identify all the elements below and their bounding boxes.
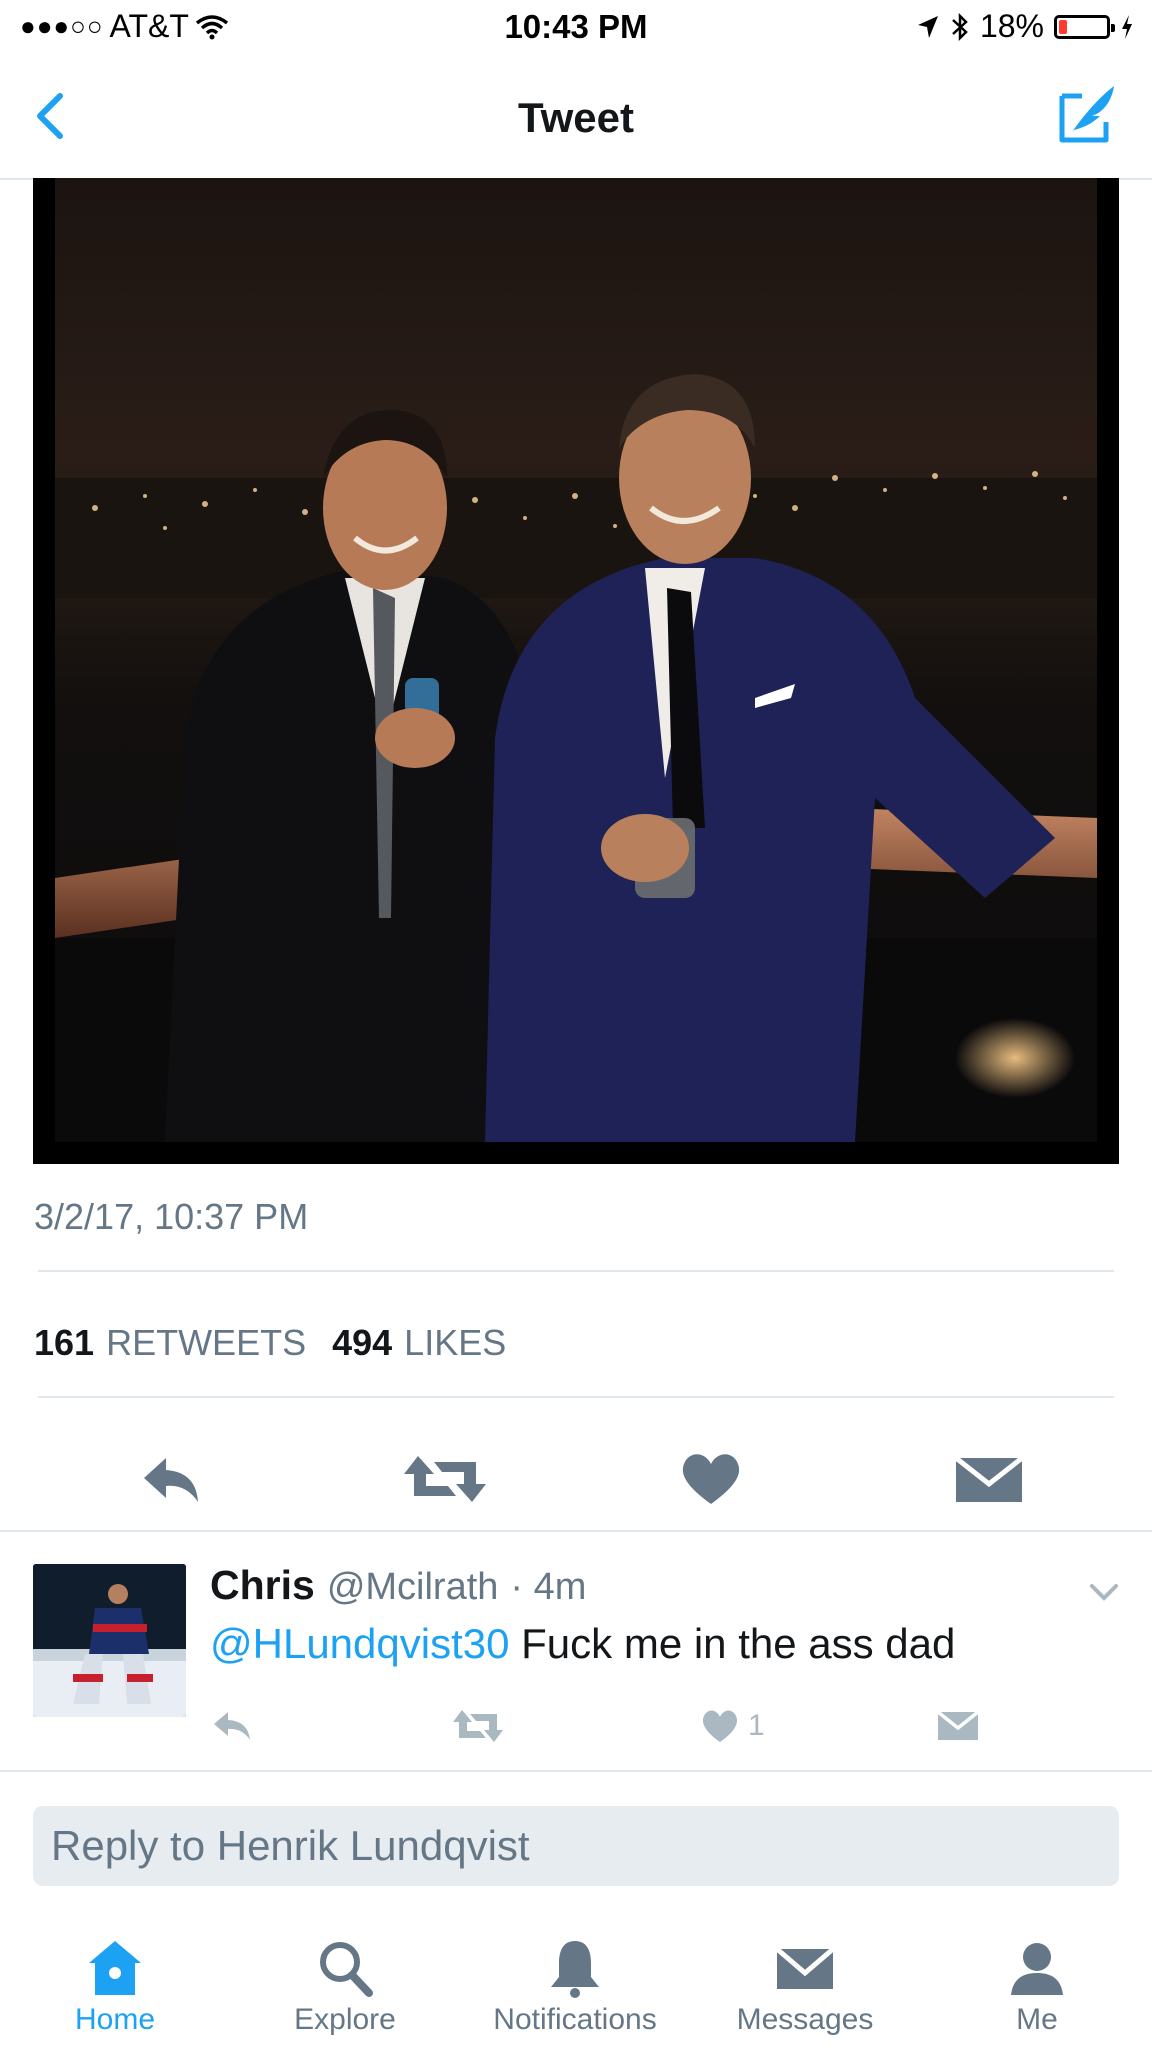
photo-scene	[55, 374, 1097, 1142]
status-right: 18%	[916, 8, 1134, 45]
tab-messages-label: Messages	[736, 2003, 874, 2036]
reply-more-button[interactable]	[1084, 1572, 1124, 1612]
tab-messages[interactable]: Messages	[690, 1915, 920, 2048]
envelope-icon	[954, 1456, 1024, 1502]
reply-reply-button[interactable]	[210, 1702, 254, 1750]
bluetooth-icon	[952, 12, 968, 41]
retweets-count-link[interactable]: 161 RETWEETS	[34, 1322, 306, 1364]
tab-notifications[interactable]: Notifications	[460, 1915, 690, 2048]
reply-mention-link[interactable]: @HLundqvist30	[210, 1620, 509, 1667]
reply-author-name[interactable]: Chris	[210, 1562, 315, 1609]
heart-icon	[702, 1710, 738, 1742]
tab-me-label: Me	[1016, 2003, 1058, 2036]
tweet-actions	[0, 1420, 1152, 1540]
tab-explore[interactable]: Explore	[230, 1915, 460, 2048]
chevron-down-icon	[1090, 1584, 1118, 1601]
retweet-icon	[453, 1710, 503, 1742]
tab-explore-label: Explore	[294, 2003, 396, 2036]
direct-message-button[interactable]	[952, 1444, 1026, 1514]
search-icon	[320, 1942, 373, 1997]
tab-bar: Home Explore Notifications Messages Me	[0, 1915, 1152, 2048]
tab-home-label: Home	[74, 2003, 156, 2036]
likes-label: LIKES	[404, 1322, 507, 1363]
reply-time: · 4m	[510, 1566, 587, 1608]
heart-icon	[682, 1454, 740, 1504]
reply-bar	[0, 1770, 1152, 1917]
avatar-image	[33, 1564, 186, 1717]
nav-bar: Tweet	[0, 56, 1152, 180]
location-arrow-icon	[917, 15, 938, 38]
reply-retweet-button[interactable]	[450, 1702, 506, 1750]
tab-me[interactable]: Me	[922, 1915, 1152, 2048]
retweet-icon	[404, 1456, 486, 1502]
status-bar: ●●●○○ AT&T 10:43 PM 18%	[0, 0, 1152, 56]
reply-tweet[interactable]: Chris @Mcilrath · 4m @HLundqvist30 Fuck …	[0, 1530, 1152, 1772]
engagement-counts: 161 RETWEETS 494 LIKES	[34, 1322, 506, 1364]
retweets-label: RETWEETS	[106, 1322, 307, 1363]
likes-count: 494	[332, 1322, 393, 1363]
battery-icon	[1054, 14, 1115, 39]
compose-feather-icon	[1059, 86, 1114, 143]
divider-top	[38, 1270, 1114, 1272]
bell-icon	[551, 1941, 599, 1998]
envelope-icon	[936, 1710, 980, 1740]
reply-header: Chris @Mcilrath · 4m	[210, 1562, 586, 1609]
photo-content	[55, 178, 1097, 1142]
likes-count-link[interactable]: 494 LIKES	[332, 1322, 506, 1364]
reply-icon	[144, 1458, 198, 1502]
reply-text: @HLundqvist30 Fuck me in the ass dad	[210, 1620, 955, 1668]
reply-like-button[interactable]: 1	[700, 1702, 765, 1750]
battery-percent: 18%	[979, 8, 1044, 44]
compose-tweet-button[interactable]	[1056, 82, 1120, 146]
home-icon	[89, 1941, 141, 1995]
divider-mid	[38, 1396, 1114, 1398]
tab-notifications-label: Notifications	[493, 2003, 657, 2036]
avatar[interactable]	[33, 1564, 186, 1717]
reply-icon	[214, 1712, 250, 1740]
reply-author-handle[interactable]: @Mcilrath	[327, 1566, 499, 1609]
reply-input[interactable]	[33, 1806, 1119, 1886]
person-icon	[1011, 1943, 1063, 1995]
reply-actions: 1	[210, 1702, 1010, 1762]
reply-body: Fuck me in the ass dad	[509, 1620, 956, 1667]
battery-fill	[1059, 19, 1067, 34]
reply-dm-button[interactable]	[936, 1702, 980, 1750]
reply-like-count: 1	[748, 1709, 765, 1742]
page-title: Tweet	[518, 94, 634, 141]
retweet-button[interactable]	[400, 1444, 490, 1514]
tweet-timestamp: 3/2/17, 10:37 PM	[34, 1196, 309, 1237]
tweet-photo[interactable]	[33, 178, 1119, 1164]
envelope-icon	[775, 1947, 835, 1989]
reply-button[interactable]	[136, 1444, 206, 1514]
retweets-count: 161	[34, 1322, 95, 1363]
like-button[interactable]	[676, 1444, 746, 1514]
tab-home[interactable]: Home	[0, 1915, 230, 2048]
charging-bolt-icon	[1122, 14, 1132, 39]
